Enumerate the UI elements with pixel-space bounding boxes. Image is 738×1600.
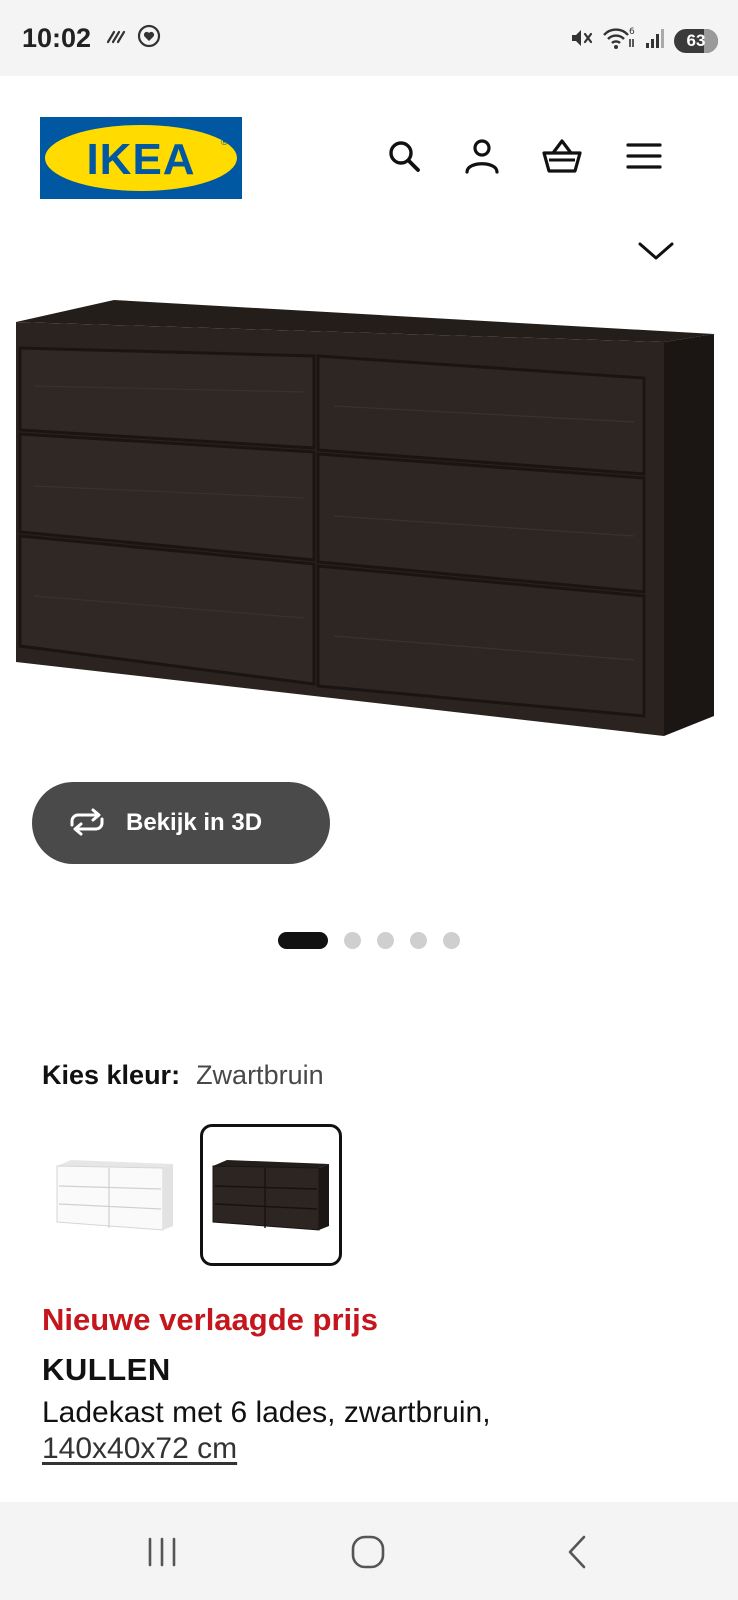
site-header: IKEA ® — [0, 76, 738, 236]
wifi-icon: 6 — [602, 26, 636, 55]
color-swatch-zwartbruin[interactable] — [200, 1124, 342, 1266]
mute-icon — [568, 26, 594, 55]
promo-label: Nieuwe verlaagde prijs — [42, 1302, 378, 1337]
carousel-dot-1[interactable] — [278, 931, 328, 949]
color-swatch-white[interactable] — [44, 1124, 186, 1266]
color-value: Zwartbruin — [196, 1060, 324, 1090]
view-3d-button[interactable]: Bekijk in 3D — [32, 782, 330, 864]
product-name: KULLEN — [42, 1352, 171, 1387]
product-description: Ladekast met 6 lades, zwartbruin, — [42, 1396, 491, 1429]
carousel-dot-4[interactable] — [410, 931, 427, 949]
status-bar: 10:02 6 63 — [0, 0, 738, 76]
product-dimensions-link[interactable]: 140x40x72 cm — [42, 1432, 237, 1466]
status-right-icons: 6 63 — [568, 26, 718, 55]
data-saver-icon — [105, 26, 129, 51]
view-3d-label: Bekijk in 3D — [126, 809, 263, 836]
carousel-dot-5[interactable] — [443, 931, 460, 949]
chevron-down-icon[interactable] — [636, 236, 676, 268]
back-icon[interactable] — [556, 1532, 600, 1572]
svg-text:6: 6 — [629, 27, 635, 37]
carousel-indicator — [0, 930, 738, 950]
account-icon[interactable] — [460, 134, 504, 178]
svg-text:®: ® — [221, 137, 228, 147]
cart-icon[interactable] — [540, 134, 584, 178]
recent-apps-icon[interactable] — [140, 1532, 184, 1572]
battery-level: 63 — [686, 30, 706, 50]
heart-circle-icon — [137, 24, 161, 53]
battery-icon: 63 — [674, 28, 718, 53]
color-picker-heading: Kies kleur: Zwartbruin — [42, 1060, 324, 1091]
home-icon[interactable] — [346, 1532, 390, 1572]
product-media: Bekijk in 3D — [0, 236, 738, 996]
rotate-icon — [66, 807, 108, 840]
carousel-dot-3[interactable] — [377, 931, 394, 949]
search-icon[interactable] — [382, 134, 426, 178]
status-left-icons — [105, 24, 161, 53]
color-label: Kies kleur: — [42, 1060, 181, 1090]
system-nav-bar — [0, 1502, 738, 1600]
status-time: 10:02 — [22, 22, 92, 53]
product-image[interactable] — [14, 296, 726, 741]
menu-icon[interactable] — [622, 134, 666, 178]
drawer — [18, 346, 316, 450]
signal-icon — [644, 27, 666, 54]
svg-text:IKEA: IKEA — [86, 135, 195, 184]
ikea-logo[interactable]: IKEA ® — [40, 117, 242, 199]
carousel-dot-2[interactable] — [344, 931, 361, 949]
